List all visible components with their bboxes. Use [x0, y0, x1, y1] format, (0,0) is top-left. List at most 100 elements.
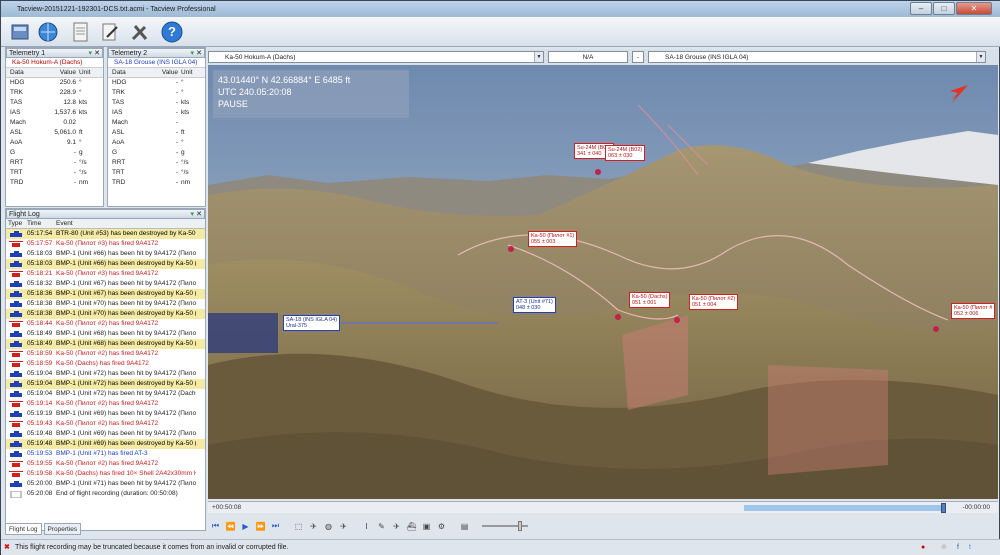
edit-icon[interactable]: [97, 19, 123, 45]
object-label[interactable]: AT-3 (Unit #71) 048 ± 030: [513, 297, 556, 313]
timeline[interactable]: +00:50:08 -00:00:00: [208, 501, 998, 513]
tank-blue-icon: [6, 309, 26, 319]
tab-flight-log[interactable]: Flight Log: [5, 523, 42, 535]
left-tabs: Flight Log Properties: [5, 523, 206, 535]
flight-log-row[interactable]: 05:18:36 BMP-1 (Unit #67) has been destro…: [6, 289, 205, 299]
flight-log-row[interactable]: 05:19:55 Ka-50 (Пилот #2) has fired 9A417…: [6, 459, 205, 469]
skip-end-icon[interactable]: ⏭: [268, 519, 283, 533]
flight-log-row[interactable]: 05:20:00 BMP-1 (Unit #71) has been hit by…: [6, 479, 205, 489]
tank-blue-icon: [6, 329, 26, 339]
object-label[interactable]: Ka-50 (Пилот #052 ± 006: [951, 303, 996, 319]
pin-icon[interactable]: ▾: [190, 49, 194, 58]
right-object-select[interactable]: SA-18 Grouse (INS IGLA 04) ▼: [648, 51, 986, 63]
flight-log-row[interactable]: 05:18:59 Ka-50 (Dachs) has fired 9A4172: [6, 359, 205, 369]
flight-log-row[interactable]: 05:18:49 BMP-1 (Unit #68) has been hit by…: [6, 329, 205, 339]
facebook-icon[interactable]: f: [957, 540, 959, 555]
maximize-button[interactable]: □: [933, 2, 955, 15]
3d-view[interactable]: 43.01440° N 42.66884° E 6485 ft UTC 240.…: [208, 65, 998, 499]
telemetry-object-selector[interactable]: Ka-50 Hokum-A (Dachs): [6, 58, 103, 68]
minimize-button[interactable]: –: [910, 2, 932, 15]
rewind-icon[interactable]: ⏪: [223, 519, 238, 533]
flight-log-row[interactable]: 05:19:48 BMP-1 (Unit #69) has been destro…: [6, 439, 205, 449]
flight-log-row[interactable]: 05:19:19 BMP-1 (Unit #69) has been hit by…: [6, 409, 205, 419]
close-icon[interactable]: ✕: [196, 210, 202, 219]
close-icon[interactable]: ✕: [94, 49, 100, 58]
globe-icon[interactable]: [35, 19, 61, 45]
open-file-icon[interactable]: [7, 19, 33, 45]
flight-log-row[interactable]: 05:19:04 BMP-1 (Unit #72) has been hit by…: [6, 369, 205, 379]
close-icon[interactable]: ✕: [196, 49, 202, 58]
ground-icon[interactable]: ▣: [419, 519, 434, 533]
flight-log-row[interactable]: 05:18:21 Ka-50 (Пилот #3) has fired 9A417…: [6, 269, 205, 279]
flight-log-row[interactable]: 05:18:59 Ka-50 (Пилот #2) has fired 9A417…: [6, 349, 205, 359]
flight-log-row[interactable]: 05:18:49 BMP-1 (Unit #68) has been destro…: [6, 339, 205, 349]
telemetry-row: TRK - °: [112, 89, 184, 96]
aircraft-icon[interactable]: ✈: [336, 519, 351, 533]
tank-blue-icon: [6, 279, 26, 289]
heli-red-icon: [6, 349, 26, 359]
play-icon[interactable]: ▶: [238, 519, 253, 533]
fast-forward-icon[interactable]: ⏩: [253, 519, 268, 533]
flight-log-row[interactable]: 05:18:03 BMP-1 (Unit #66) has been destro…: [6, 259, 205, 269]
speed-slider-handle[interactable]: [518, 521, 522, 531]
telemetry-row: TRD - nm: [10, 179, 89, 186]
link-icon[interactable]: ⊕: [941, 540, 947, 555]
telemetry-row: ASL 5,061.0 ft: [10, 129, 83, 136]
flight-log-row[interactable]: 05:19:48 BMP-1 (Unit #69) has been hit by…: [6, 429, 205, 439]
ship-icon[interactable]: ⛴: [404, 519, 419, 533]
object-label[interactable]: Ka-50 (Пилот #2) 051 ± 004: [689, 294, 739, 310]
flight-log-row[interactable]: 05:19:53 BMP-1 (Unit #71) has fired AT-3: [6, 449, 205, 459]
left-object-select[interactable]: Ka-50 Hokum-A (Dachs) ▼: [208, 51, 544, 63]
pin-icon[interactable]: ▾: [88, 49, 92, 58]
skip-start-icon[interactable]: ⏮: [208, 519, 223, 533]
pin-icon[interactable]: ▾: [190, 210, 194, 219]
object-label[interactable]: Su-24M (B02) 063 ± 030: [605, 145, 646, 161]
heli-red-icon: [6, 269, 26, 279]
twitter-icon[interactable]: t: [969, 540, 971, 555]
wrench-icon[interactable]: ✎: [374, 519, 389, 533]
flight-log-row[interactable]: 05:17:57 Ka-50 (Пилот #3) has fired 9A417…: [6, 239, 205, 249]
flight-log-row[interactable]: 05:19:04 BMP-1 (Unit #72) has been hit by…: [6, 389, 205, 399]
flight-log-row[interactable]: 05:17:54 BTR-80 (Unit #53) has been destr…: [6, 229, 205, 239]
object-label[interactable]: Ka-50 (Dachs) 051 ± 001: [629, 292, 671, 308]
text-label-icon[interactable]: I: [359, 519, 374, 533]
view-mode-icon[interactable]: ✈: [306, 519, 321, 533]
flight-log-row[interactable]: 05:18:38 BMP-1 (Unit #70) has been hit by…: [6, 299, 205, 309]
globe-view-icon[interactable]: ◍: [321, 519, 336, 533]
settings-icon[interactable]: ⚙: [434, 519, 449, 533]
object-label[interactable]: Ka-50 (Пилот #1) 055 ± 003: [528, 231, 578, 247]
timeline-handle[interactable]: [941, 503, 947, 513]
tab-properties[interactable]: Properties: [43, 523, 82, 535]
center-select[interactable]: N/A: [548, 51, 628, 63]
flight-log-row[interactable]: 05:18:03 BMP-1 (Unit #66) has been hit by…: [6, 249, 205, 259]
timeline-events-bar: [744, 505, 946, 511]
telemetry-object-selector[interactable]: SA-18 Grouse (INS IGLA 04): [108, 58, 205, 68]
tank-blue-icon: [6, 409, 26, 419]
flight-log-row[interactable]: 05:19:04 BMP-1 (Unit #72) has been destro…: [6, 379, 205, 389]
flight-log-row[interactable]: 05:19:43 Ka-50 (Пилот #2) has fired 9A417…: [6, 419, 205, 429]
help-icon[interactable]: ?: [159, 19, 185, 45]
flight-log-row[interactable]: 05:18:32 BMP-1 (Unit #67) has been hit by…: [6, 279, 205, 289]
view-header: Ka-50 Hokum-A (Dachs) ▼ N/A - SA-18 Grous…: [208, 49, 998, 65]
camera-icon[interactable]: ⬚: [291, 519, 306, 533]
plane-icon[interactable]: ✈: [389, 519, 404, 533]
record-icon[interactable]: ●: [921, 540, 925, 555]
panel-title: Telemetry 2 ▾ ✕: [108, 48, 205, 58]
chevron-down-icon[interactable]: ▼: [976, 52, 985, 62]
flight-log-row[interactable]: 05:20:08 End of flight recording (duratio…: [6, 489, 205, 499]
object-label[interactable]: SA-18 (INS IGLA 04) Ural-375: [283, 315, 341, 331]
speed-slider[interactable]: [482, 521, 528, 531]
flight-log-row[interactable]: 05:18:38 BMP-1 (Unit #70) has been destro…: [6, 309, 205, 319]
minus-button[interactable]: -: [632, 51, 644, 63]
flight-log-row[interactable]: 05:19:14 Ka-50 (Пилот #2) has fired 9A417…: [6, 399, 205, 409]
flight-log-row[interactable]: 05:19:58 Ka-50 (Dachs) has fired 10× Shel…: [6, 469, 205, 479]
flight-log-row[interactable]: 05:18:44 Ka-50 (Пилот #2) has fired 9A417…: [6, 319, 205, 329]
telemetry-header: Data Value Unit: [108, 68, 205, 78]
tools-icon[interactable]: [127, 19, 153, 45]
document-icon[interactable]: [67, 19, 93, 45]
panel-title: Flight Log ▾ ✕: [6, 209, 205, 219]
display-icon[interactable]: ▤: [457, 519, 472, 533]
close-button[interactable]: ✕: [956, 2, 992, 15]
telemetry-row: TRT - °/s: [112, 169, 189, 176]
chevron-down-icon[interactable]: ▼: [534, 52, 543, 62]
